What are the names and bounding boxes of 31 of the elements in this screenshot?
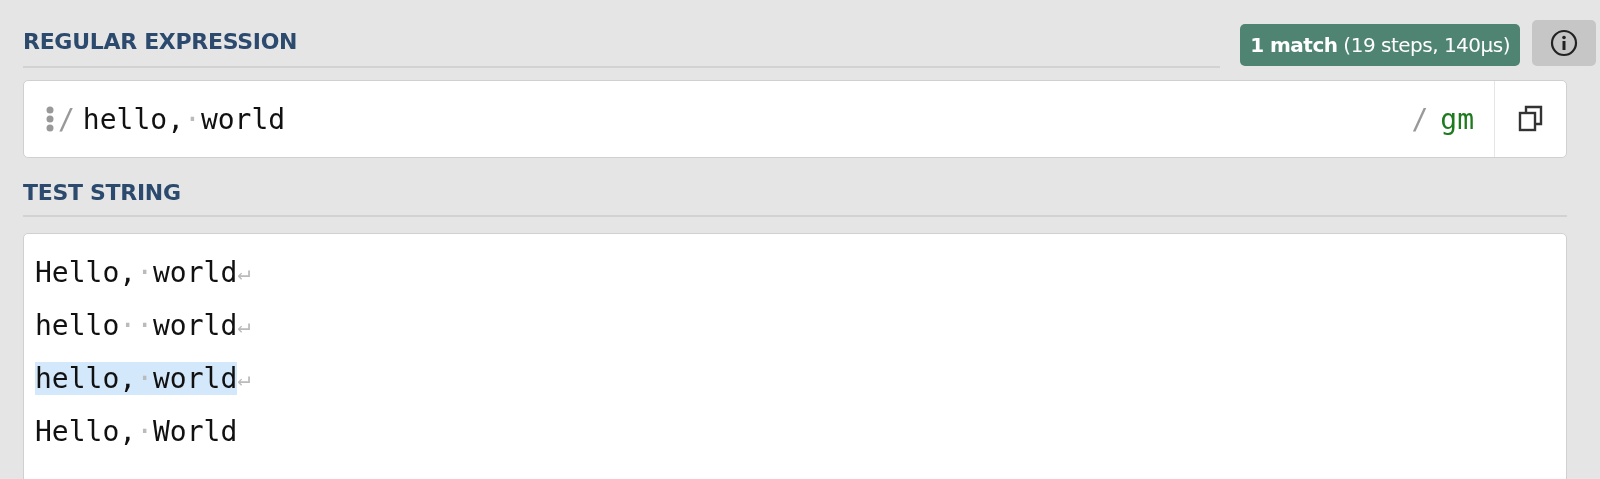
drag-handle-icon[interactable] [46,106,54,132]
whitespace-marker: · [184,102,201,136]
newline-marker: ↵ [237,366,251,391]
code-text: world [153,362,238,395]
whitespace-marker: · [119,309,137,342]
newline-marker: ↵ [237,313,251,338]
code-text: world [153,309,238,342]
code-text: hello [35,309,120,342]
whitespace-marker: · [136,362,153,395]
code-text: hello, [35,362,137,395]
match-badge: 1 match (19 steps, 140μs) [1240,24,1520,66]
test-string-field[interactable]: Hello,·world↵ hello··world↵ hello,·world↵ Hello,·World [23,233,1567,479]
section-heading: TEST STRING [23,180,1567,217]
delimiter: / [58,102,75,136]
whitespace-marker: · [136,256,153,289]
code-text: world [200,102,286,136]
info-icon [1550,29,1578,57]
code-text: Hello, [35,256,137,289]
info-button[interactable] [1532,20,1596,66]
regex-flags[interactable]: gm [1440,102,1474,136]
whitespace-marker: · [136,309,153,342]
whitespace-marker: · [136,415,153,448]
newline-marker: ↵ [237,260,251,285]
code-text: Hello, [35,415,137,448]
delimiter: / [1411,102,1429,136]
regex-field[interactable]: / hello,·world / gm [23,80,1567,158]
code-text: hello, [82,102,184,136]
section-heading: REGULAR EXPRESSION [23,29,1221,68]
code-text: world [153,256,238,289]
copy-icon [1517,105,1544,133]
code-text: World [153,415,238,448]
